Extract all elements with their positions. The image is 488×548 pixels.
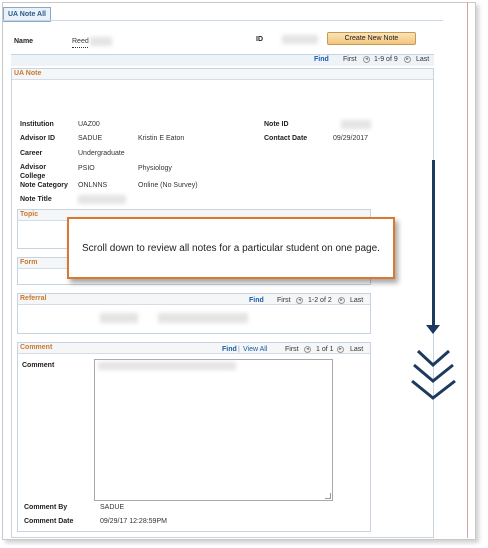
form-title: Form <box>20 259 38 266</box>
referral-next-circle-icon[interactable]: ▸ <box>338 297 345 304</box>
comment-view-all-link[interactable]: View All <box>243 346 267 353</box>
next-circle-icon[interactable]: ▸ <box>404 56 411 63</box>
note-category-label: Note Category <box>20 182 68 189</box>
comment-prev-circle-icon[interactable]: ◂ <box>304 346 311 353</box>
main-find-link[interactable]: Find <box>314 56 329 63</box>
prev-circle-icon[interactable]: ◂ <box>363 56 370 63</box>
note-title-redacted <box>78 195 126 204</box>
create-new-note-button[interactable]: Create New Note <box>327 32 416 45</box>
main-range: 1-9 of 9 <box>374 56 398 63</box>
main-last-label[interactable]: Last <box>416 56 429 63</box>
chevron-down-icon <box>411 379 456 400</box>
main-nav-bar <box>11 54 434 66</box>
comment-title: Comment <box>20 344 53 351</box>
advisor-college-label-1: Advisor <box>20 164 47 171</box>
scroll-callout: Scroll down to review all notes for a pa… <box>67 217 395 279</box>
comment-by-label: Comment By <box>24 504 68 511</box>
comment-textarea[interactable] <box>94 359 333 501</box>
advisor-college-label-2: College <box>20 173 46 180</box>
advisor-college-value: PSIO <box>78 165 95 172</box>
comment-separator: | <box>238 346 240 353</box>
note-category-value: ONLNNS <box>78 182 108 189</box>
referral-range: 1-2 of 2 <box>308 297 332 304</box>
comment-field-label: Comment <box>22 362 55 369</box>
career-value: Undergraduate <box>78 150 125 157</box>
comment-text-redacted <box>98 362 236 370</box>
callout-text: Scroll down to review all notes for a pa… <box>82 243 380 254</box>
advisor-id-value: SADUE <box>78 135 103 142</box>
comment-range: 1 of 1 <box>316 346 334 353</box>
resize-grip-icon[interactable] <box>325 493 331 499</box>
comment-date-value: 09/29/17 12:28:59PM <box>100 518 167 525</box>
comment-by-value: SADUE <box>100 504 125 511</box>
referral-last-label[interactable]: Last <box>350 297 363 304</box>
career-label: Career <box>20 150 43 157</box>
advisor-name: Kristin E Eaton <box>138 135 185 142</box>
referral-find-link[interactable]: Find <box>249 297 264 304</box>
referral-prev-circle-icon[interactable]: ◂ <box>296 297 303 304</box>
comment-last-label[interactable]: Last <box>350 346 363 353</box>
referral-desc-redacted <box>158 313 248 323</box>
topic-title: Topic <box>20 211 39 218</box>
advisor-college-desc: Physiology <box>138 165 172 172</box>
institution-value: UAZ00 <box>78 121 100 128</box>
name-value: Reed <box>72 38 89 45</box>
ua-note-title: UA Note <box>14 70 42 77</box>
tab-underline <box>3 20 443 21</box>
comment-find-link[interactable]: Find <box>222 346 237 353</box>
advisor-id-label: Advisor ID <box>20 135 56 142</box>
contact-date-label: Contact Date <box>264 135 308 142</box>
id-label: ID <box>256 36 263 43</box>
referral-first-label[interactable]: First <box>277 297 291 304</box>
note-id-redacted <box>341 120 371 129</box>
comment-first-label[interactable]: First <box>285 346 299 353</box>
margin-rule <box>467 2 468 538</box>
note-title-label: Note Title <box>20 196 52 203</box>
ua-note-header <box>12 69 433 80</box>
institution-label: Institution <box>20 121 54 128</box>
comment-date-label: Comment Date <box>24 518 74 525</box>
comment-next-circle-icon[interactable]: ▸ <box>337 346 344 353</box>
name-redacted <box>90 37 112 46</box>
note-id-label: Note ID <box>264 121 289 128</box>
note-category-desc: Online (No Survey) <box>138 182 198 189</box>
referral-title: Referral <box>20 295 47 302</box>
down-arrowhead-icon <box>426 325 440 334</box>
main-first-label[interactable]: First <box>343 56 357 63</box>
contact-date-value: 09/29/2017 <box>333 135 369 142</box>
down-arrow-icon <box>432 160 435 328</box>
id-redacted <box>282 35 318 44</box>
name-underline <box>72 47 88 48</box>
referral-value-redacted <box>100 313 138 323</box>
name-label: Name <box>14 38 34 45</box>
